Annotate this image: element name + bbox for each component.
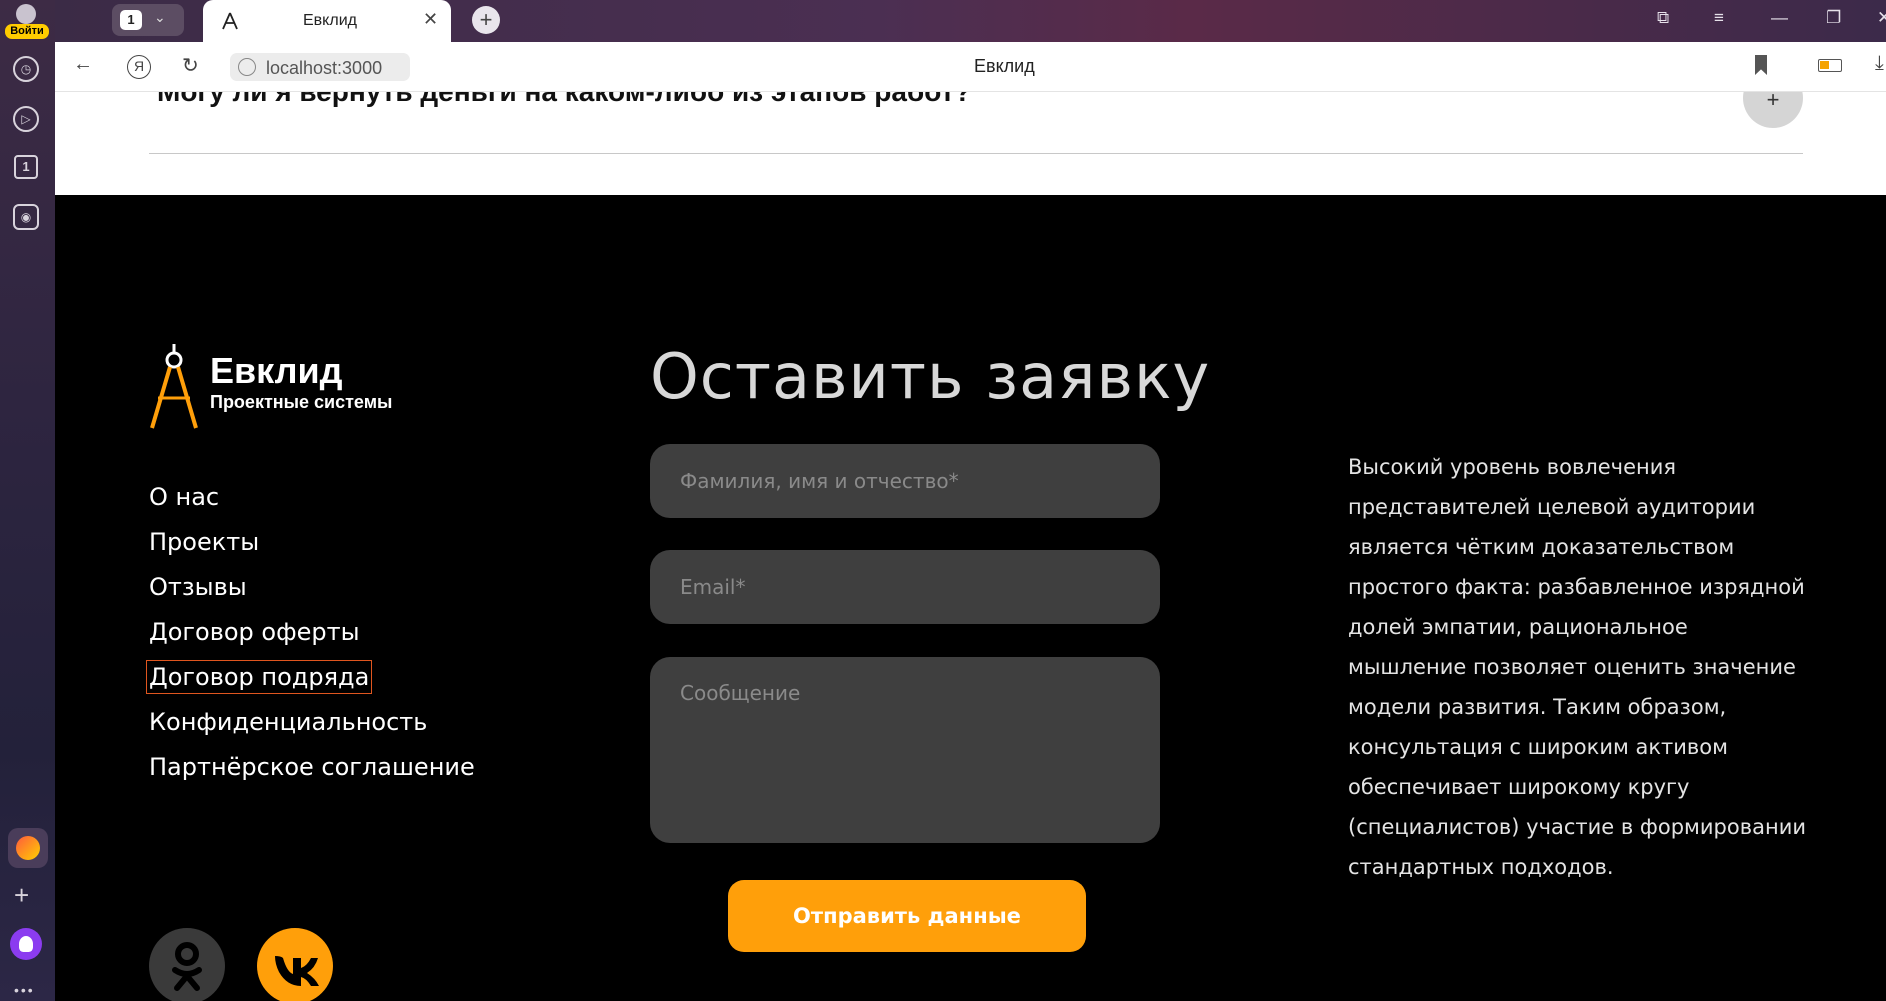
- form-title: Оставить заявку: [650, 340, 1211, 413]
- url-text: localhost:3000: [266, 58, 383, 78]
- video-icon[interactable]: ▷: [13, 106, 39, 132]
- collections-icon[interactable]: ⧉: [1657, 8, 1669, 28]
- screenshot-icon[interactable]: ◉: [13, 204, 39, 230]
- faq-toggle-button[interactable]: +: [1743, 92, 1803, 128]
- address-bar: ← Я ↻ localhost:3000 Евклид ⤓: [55, 42, 1886, 92]
- nav-link-reviews[interactable]: Отзывы: [149, 565, 475, 610]
- minimize-icon[interactable]: —: [1771, 8, 1788, 28]
- nav-link-offer-agreement[interactable]: Договор оферты: [149, 610, 475, 655]
- browser-sidebar: Войти ◷ ▷ 1 ◉ + •••: [0, 0, 55, 1001]
- message-field[interactable]: [650, 657, 1160, 843]
- tab-count: 1: [120, 10, 142, 30]
- nav-link-about[interactable]: О нас: [149, 475, 475, 520]
- chevron-down-icon: ⌄: [154, 9, 166, 25]
- tab-group-button[interactable]: 1 ⌄: [112, 4, 184, 36]
- nav-link-projects[interactable]: Проекты: [149, 520, 475, 565]
- download-icon[interactable]: ⤓: [1875, 52, 1884, 75]
- close-tab-icon[interactable]: ✕: [423, 9, 438, 30]
- logo-name: Евклид: [210, 350, 343, 391]
- close-window-icon[interactable]: ✕: [1877, 8, 1886, 28]
- more-icon[interactable]: •••: [14, 982, 35, 998]
- history-icon[interactable]: ◷: [13, 56, 39, 82]
- menu-icon[interactable]: ≡: [1714, 8, 1724, 28]
- reload-icon[interactable]: ↻: [182, 53, 199, 78]
- vk-icon[interactable]: [257, 928, 333, 1001]
- footer: Евклид Проектные системы О нас Проекты О…: [55, 195, 1886, 1001]
- about-text: Высокий уровень вовлечения представителе…: [1348, 455, 1806, 879]
- bookmark-icon[interactable]: [1755, 55, 1767, 75]
- compass-logo-icon: [150, 344, 198, 429]
- tab-title: Евклид: [303, 12, 357, 29]
- battery-saver-icon[interactable]: [1818, 59, 1842, 72]
- back-icon[interactable]: ←: [73, 53, 93, 76]
- avatar-icon: [16, 4, 36, 24]
- app-icon: [16, 836, 40, 860]
- tabs-counter-icon[interactable]: 1: [14, 155, 38, 179]
- page-title: Евклид: [974, 56, 1035, 76]
- faq-section: Могу ли я вернуть деньги на каком-либо и…: [55, 92, 1886, 195]
- faq-divider: [149, 153, 1803, 154]
- odnoklassniki-icon[interactable]: [149, 928, 225, 1001]
- yandex-icon[interactable]: Я: [127, 55, 151, 79]
- nav-link-partner-agreement[interactable]: Партнёрское соглашение: [149, 745, 475, 790]
- new-tab-button[interactable]: +: [472, 6, 500, 34]
- sidebar-app-button[interactable]: [8, 828, 48, 868]
- nav-link-contract[interactable]: Договор подряда: [145, 655, 475, 700]
- login-label: Войти: [5, 24, 49, 39]
- submit-button[interactable]: Отправить данные: [728, 880, 1086, 952]
- url-field[interactable]: localhost:3000: [230, 53, 410, 81]
- logo[interactable]: Евклид Проектные системы: [148, 340, 468, 430]
- nav-link-privacy[interactable]: Конфиденциальность: [149, 700, 475, 745]
- footer-nav: О нас Проекты Отзывы Договор оферты Дого…: [145, 475, 475, 790]
- login-button[interactable]: Войти: [3, 2, 49, 40]
- site-security-icon[interactable]: [238, 58, 256, 76]
- faq-question[interactable]: Могу ли я вернуть деньги на каком-либо и…: [157, 92, 971, 108]
- add-panel-icon[interactable]: +: [14, 880, 29, 911]
- compass-favicon-icon: [222, 12, 238, 30]
- alice-assistant-icon[interactable]: [10, 928, 42, 960]
- tab-strip: 1 ⌄ Евклид ✕ + ⧉ ≡ — ❐ ✕: [55, 0, 1886, 42]
- logo-subtitle: Проектные системы: [210, 392, 393, 412]
- tab-evklid[interactable]: Евклид ✕: [203, 0, 451, 42]
- full-name-field[interactable]: [650, 444, 1160, 518]
- restore-icon[interactable]: ❐: [1826, 8, 1841, 28]
- email-field[interactable]: [650, 550, 1160, 624]
